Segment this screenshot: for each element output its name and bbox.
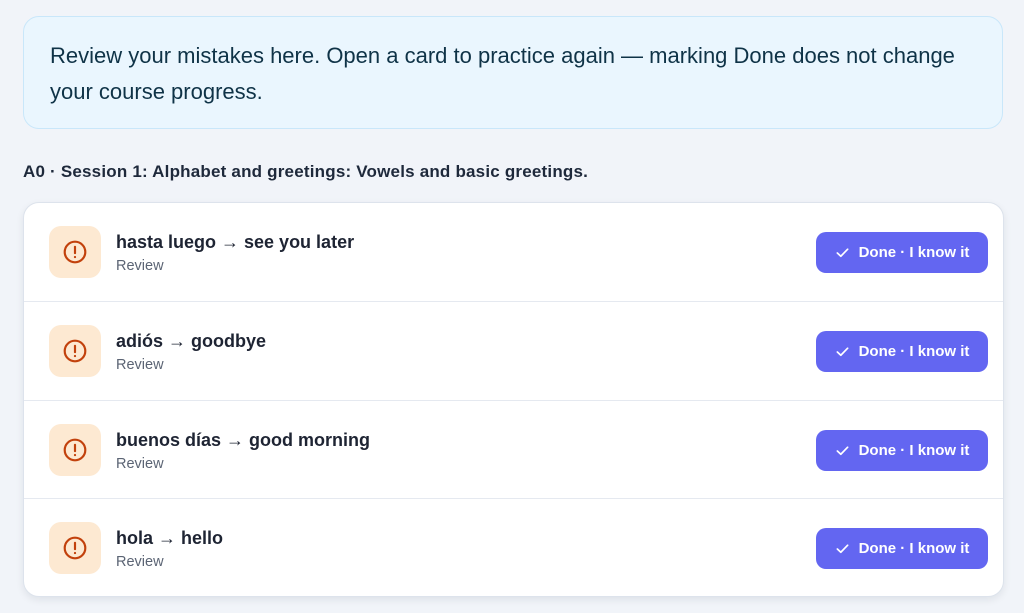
card-term: hasta luego → see you later: [116, 232, 355, 252]
mistake-card[interactable]: adiós → goodbye Review Done · I know it: [24, 301, 1003, 399]
done-button[interactable]: Done · I know it: [816, 232, 988, 273]
done-button[interactable]: Done · I know it: [816, 528, 988, 569]
check-icon: [836, 347, 849, 357]
card-term: adiós → goodbye: [116, 331, 267, 351]
mistake-card[interactable]: buenos días → good morning Review Done ·…: [24, 400, 1003, 498]
card-status: Review: [116, 456, 164, 472]
alert-circle-icon: [63, 240, 87, 264]
done-button-label: Done · I know it: [858, 442, 970, 459]
card-term: buenos días → good morning: [116, 430, 370, 450]
alert-badge: [49, 325, 101, 377]
card-status: Review: [116, 258, 164, 274]
card-status: Review: [116, 554, 164, 570]
alert-badge: [49, 226, 101, 278]
alert-circle-icon: [63, 339, 87, 363]
card-term: hola → hello: [116, 528, 224, 548]
mistake-card[interactable]: hola → hello Review Done · I know it: [24, 498, 1003, 596]
alert-badge: [49, 522, 101, 574]
alert-badge: [49, 424, 101, 476]
card-status: Review: [116, 357, 164, 373]
done-button[interactable]: Done · I know it: [816, 331, 988, 372]
notice-text: Review your mistakes here. Open a card t…: [50, 43, 955, 104]
done-button-label: Done · I know it: [858, 244, 970, 261]
alert-circle-icon: [63, 438, 87, 462]
done-button-label: Done · I know it: [858, 343, 970, 360]
alert-circle-icon: [63, 536, 87, 560]
check-icon: [836, 446, 849, 456]
done-button-label: Done · I know it: [858, 540, 970, 557]
mistake-card[interactable]: hasta luego → see you later Review Done …: [24, 203, 1003, 301]
check-icon: [836, 248, 849, 258]
done-button[interactable]: Done · I know it: [816, 430, 988, 471]
mistake-card-list: hasta luego → see you later Review Done …: [23, 202, 1004, 597]
info-notice: Review your mistakes here. Open a card t…: [23, 16, 1003, 129]
section-heading: A0 · Session 1: Alphabet and greetings: …: [23, 162, 589, 181]
check-icon: [836, 544, 849, 554]
